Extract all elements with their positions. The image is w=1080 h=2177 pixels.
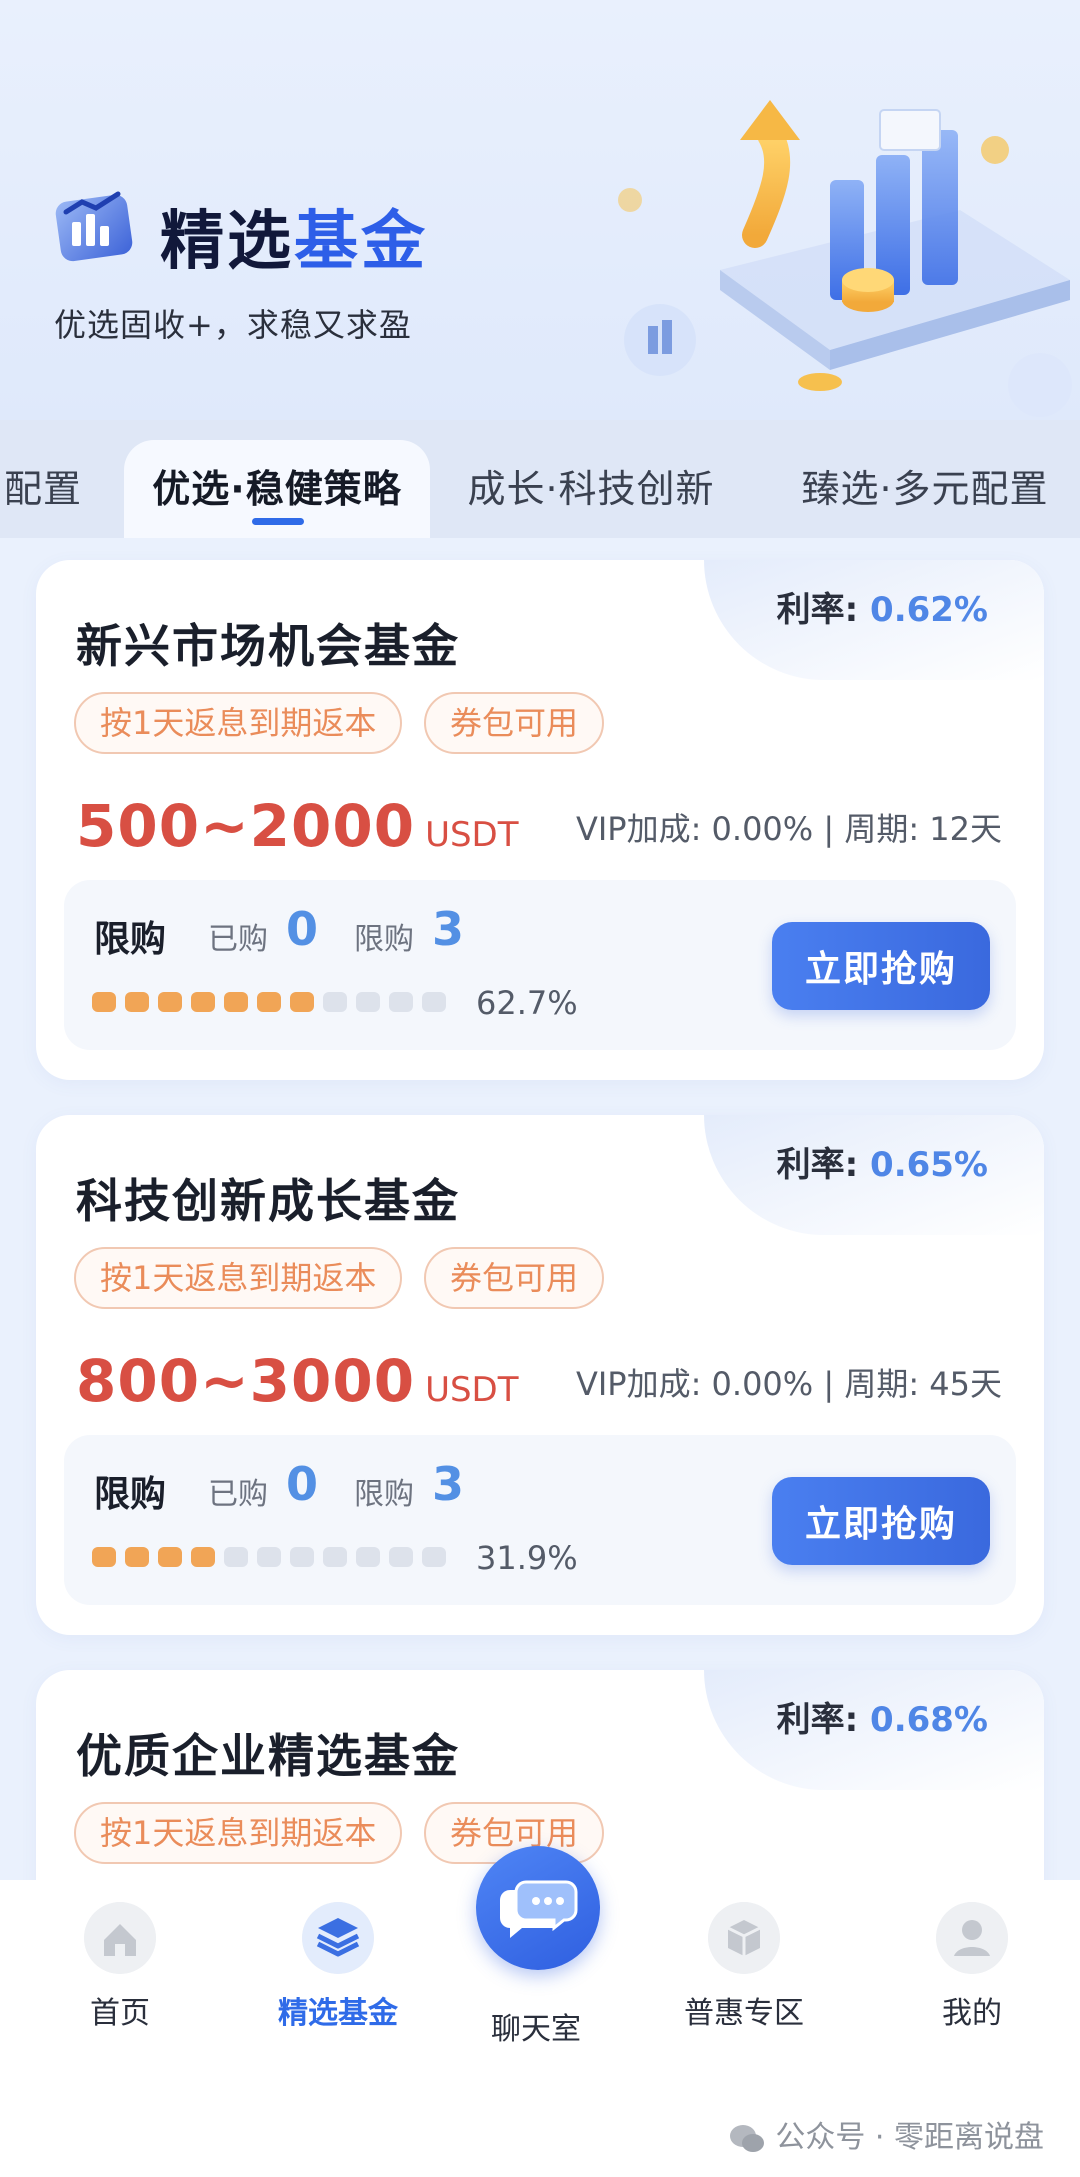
buy-now-button[interactable]: 立即抢购 [772,922,990,1010]
wechat-icon [730,2124,765,2152]
bought-count: 0 [286,1457,319,1511]
nav-label: 普惠专区 [684,1996,804,2031]
progress-segment [356,992,380,1012]
progress-segment [92,1547,116,1567]
page-subtitle: 优选固收+，求稳又求盈 [54,306,412,344]
progress-segment [290,1547,314,1567]
purchase-panel: 限购 已购 0 限购 3 62.7% 立即抢购 [64,880,1016,1050]
bought-count: 0 [286,902,319,956]
fund-card[interactable]: 利率: 0.65% 科技创新成长基金 按1天返息到期返本 券包可用 800~30… [36,1115,1044,1635]
progress-segment [257,992,281,1012]
progress-percent: 62.7% [476,984,578,1022]
progress-segment [92,992,116,1012]
active-tab-indicator [252,518,304,525]
interest-tag: 按1天返息到期返本 [74,692,403,754]
progress-percent: 31.9% [476,1539,578,1577]
progress-bar [92,992,446,1014]
limit-count: 3 [432,1457,465,1511]
purchase-panel: 限购 已购 0 限购 3 31.9% 立即抢购 [64,1435,1016,1605]
progress-segment [191,992,215,1012]
rate-text: 利率: 0.65% [776,1145,988,1185]
interest-tag: 按1天返息到期返本 [74,1247,403,1309]
tab-growth-tech[interactable]: 成长·科技创新 [456,440,726,538]
progress-segment [224,992,248,1012]
page-title: 精选基金 [160,205,428,279]
progress-segment [389,1547,413,1567]
progress-segment [125,1547,149,1567]
limit-count: 3 [432,902,465,956]
fund-name: 优质企业精选基金 [76,1729,460,1783]
hero-illustration [618,100,1072,417]
coupon-tag: 券包可用 [424,692,605,754]
chat-room-button[interactable] [476,1846,600,1970]
nav-benefits[interactable]: 普惠专区 [664,1902,824,2032]
vip-period-info: VIP加成: 0.00% | 周期: 45天 [575,1365,1002,1403]
bought-label: 已购 [208,922,268,957]
interest-tag: 按1天返息到期返本 [74,1802,403,1864]
limit-title: 限购 [94,1474,167,1515]
progress-segment [191,1547,215,1567]
vip-period-info: VIP加成: 0.00% | 周期: 12天 [575,810,1002,848]
stack-icon [302,1902,374,1974]
rate-text: 利率: 0.62% [776,590,988,630]
fund-logo-icon [55,191,133,262]
category-tabs: 配置 优选·稳健策略 成长·科技创新 臻选·多元配置 [0,420,1080,538]
fund-card[interactable]: 利率: 0.62% 新兴市场机会基金 按1天返息到期返本 券包可用 500~20… [36,560,1044,1080]
nav-funds[interactable]: 精选基金 [258,1902,418,2032]
home-icon [84,1902,156,1974]
progress-segment [323,992,347,1012]
progress-segment [257,1547,281,1567]
progress-segment [158,992,182,1012]
buy-now-button[interactable]: 立即抢购 [772,1477,990,1565]
rate-text: 利率: 0.68% [776,1700,988,1740]
progress-segment [224,1547,248,1567]
nav-profile[interactable]: 我的 [892,1902,1052,2032]
progress-segment [158,1547,182,1567]
investment-range: 500~2000 USDT [76,792,519,860]
progress-segment [125,992,149,1012]
bought-label: 已购 [208,1477,268,1512]
progress-segment [356,1547,380,1567]
nav-chat[interactable]: 聊天室 [456,1990,616,2048]
nav-label: 首页 [90,1996,150,2031]
limit-label: 限购 [354,1477,414,1512]
progress-segment [422,992,446,1012]
tab-diversified[interactable]: 臻选·多元配置 [780,440,1070,538]
fund-name: 新兴市场机会基金 [76,619,460,673]
progress-bar [92,1547,446,1569]
fund-name: 科技创新成长基金 [76,1174,460,1228]
nav-label: 我的 [942,1996,1002,2031]
user-icon [936,1902,1008,1974]
investment-range: 800~3000 USDT [76,1347,519,1415]
watermark: 公众号 · 零距离说盘 [729,2112,1044,2156]
header-banner: 精选基金 优选固收+，求稳又求盈 [0,0,1080,420]
progress-segment [422,1547,446,1567]
progress-segment [323,1547,347,1567]
chat-icon [500,1880,578,1938]
progress-segment [290,992,314,1012]
limit-label: 限购 [354,922,414,957]
coupon-tag: 券包可用 [424,1247,605,1309]
limit-title: 限购 [94,919,167,960]
tab-config[interactable]: 配置 [0,440,110,538]
nav-label: 聊天室 [491,2012,581,2047]
nav-label: 精选基金 [278,1996,398,2031]
nav-home[interactable]: 首页 [40,1902,200,2032]
progress-segment [389,992,413,1012]
box-icon [708,1902,780,1974]
